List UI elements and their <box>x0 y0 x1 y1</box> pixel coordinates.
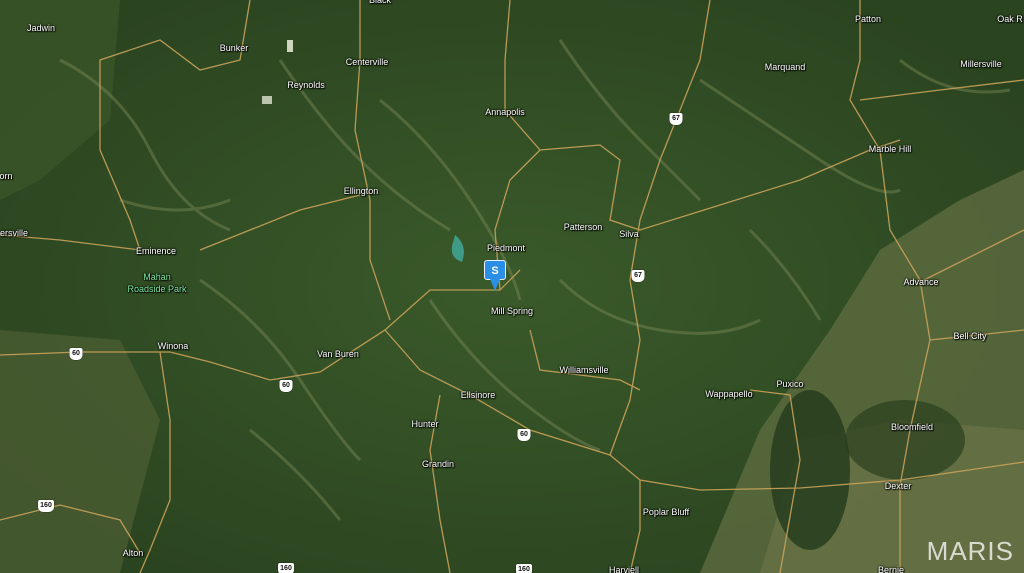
place-label: Mill Spring <box>490 306 534 316</box>
place-label: Bernie <box>877 565 905 573</box>
place-label: Bunker <box>219 43 249 53</box>
place-label: Bloomfield <box>890 422 934 432</box>
listing-pin[interactable]: S <box>484 260 506 292</box>
us-highway-shield-icon: 60 <box>69 348 83 360</box>
pin-tip <box>490 279 500 291</box>
place-label: Bell City <box>953 331 987 341</box>
place-label: Black <box>368 0 392 5</box>
place-label: Jadwin <box>26 23 56 33</box>
us-highway-shield-icon: 60 <box>279 380 293 392</box>
place-label: Ellington <box>343 186 379 196</box>
park-label: Mahan Roadside Park <box>127 271 186 295</box>
place-label: Patterson <box>563 222 603 232</box>
place-label: Marble Hill <box>868 144 912 154</box>
place-label: Millersville <box>960 59 1002 69</box>
us-highway-shield-icon: 160 <box>38 500 54 512</box>
place-label: Marquand <box>764 62 806 72</box>
place-label: Patton <box>854 14 882 24</box>
place-label: Hunter <box>411 419 439 429</box>
place-label: Reynolds <box>287 80 325 90</box>
place-label: Harviell <box>608 565 640 573</box>
park-label-line1: Mahan <box>143 272 171 282</box>
place-label: Annapolis <box>485 107 525 117</box>
place-label: Van Buren <box>317 349 359 359</box>
place-label: orn <box>0 171 13 181</box>
pin-marker-icon[interactable]: S <box>484 260 506 280</box>
place-label: Eminence <box>135 246 177 256</box>
place-label: Grandin <box>421 459 455 469</box>
us-highway-shield-icon: 67 <box>631 270 645 282</box>
map-view[interactable]: Jadwin Bunker Centerville Reynolds Annapolis… <box>0 0 1024 573</box>
place-label: Piedmont <box>486 243 526 253</box>
place-label: Ellsinore <box>460 390 496 400</box>
park-label-line2: Roadside Park <box>127 284 187 294</box>
us-highway-shield-icon: 67 <box>669 113 683 125</box>
place-label: ersville <box>0 228 29 238</box>
place-label: Poplar Bluff <box>642 507 690 517</box>
place-label: Winona <box>157 341 189 351</box>
us-highway-shield-icon: 160 <box>278 563 294 573</box>
watermark: MARIS <box>926 536 1014 566</box>
place-label: Dexter <box>884 481 912 491</box>
place-label: Alton <box>122 548 144 558</box>
place-label: Silva <box>619 229 639 239</box>
place-label: Centerville <box>345 57 389 67</box>
place-label: Puxico <box>776 379 804 389</box>
place-label: Wappapello <box>705 389 753 399</box>
place-label: Advance <box>903 277 939 287</box>
us-highway-shield-icon: 160 <box>516 564 532 573</box>
us-highway-shield-icon: 60 <box>517 429 531 441</box>
place-label: Williamsville <box>559 365 609 375</box>
place-label: Oak R <box>997 14 1023 24</box>
